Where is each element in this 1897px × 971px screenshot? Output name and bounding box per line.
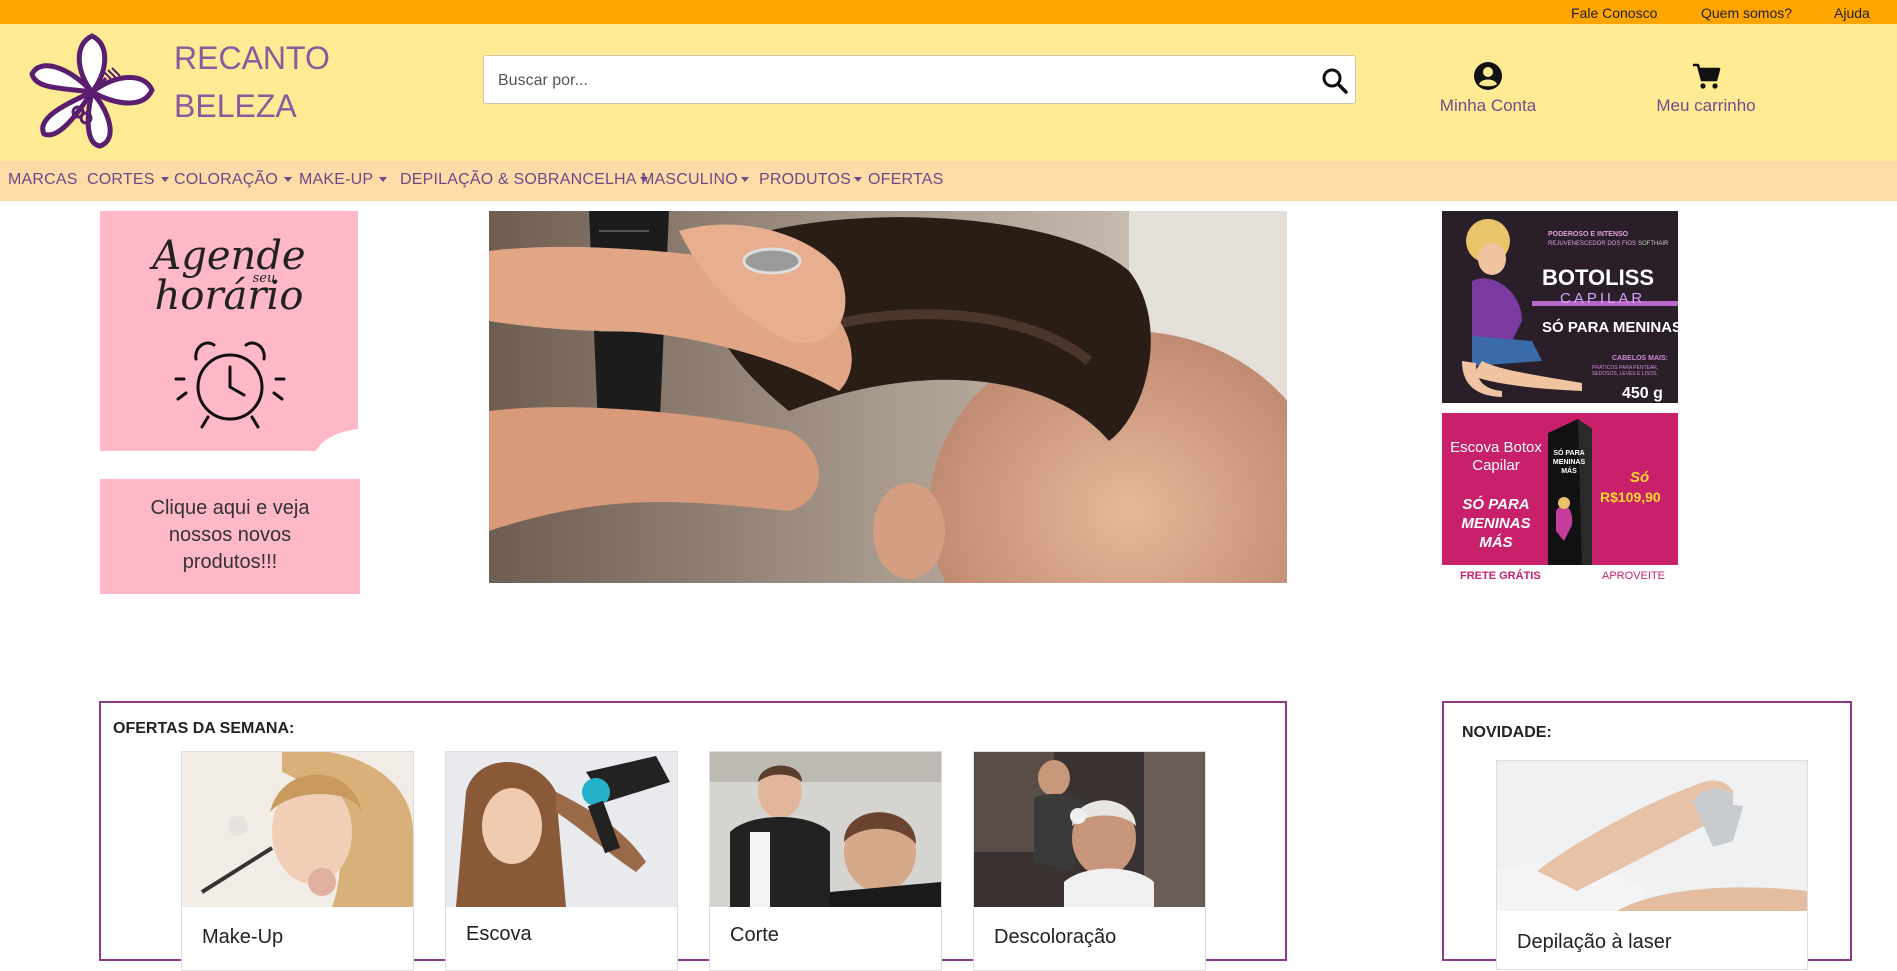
- brand-line-2: BELEZA: [174, 88, 297, 124]
- weekly-offers-section: OFERTAS DA SEMANA: Make-Up Escova Corte …: [99, 701, 1287, 971]
- news-card-label: Depilação à laser: [1517, 931, 1672, 953]
- offer-card-makeup[interactable]: Make-Up: [181, 751, 414, 971]
- agende-subtitle: horário: [154, 273, 304, 319]
- schedule-banner[interactable]: Agende seu horário: [100, 211, 358, 451]
- nav-label: OFERTAS: [868, 171, 944, 188]
- about-link[interactable]: Quem somos?: [1701, 5, 1792, 21]
- offer-card-corte[interactable]: Corte: [709, 751, 942, 971]
- aproveite: APROVEITE: [1602, 570, 1665, 582]
- shopping-cart-icon: [1693, 63, 1721, 89]
- news-title: NOVIDADE:: [1462, 724, 1552, 741]
- news-section: NOVIDADE: Depilação à laser: [1442, 701, 1852, 970]
- offer-card-label: Descoloração: [994, 926, 1117, 948]
- nav-item-makeup[interactable]: MAKE-UP: [299, 171, 388, 189]
- nav-item-marcas[interactable]: MARCAS: [8, 171, 78, 189]
- nav-item-produtos[interactable]: PRODUTOS: [759, 171, 862, 189]
- nav-label: PRODUTOS: [759, 171, 851, 188]
- caret-down-icon: [853, 177, 862, 183]
- botoliss-tag-2: REJUVENESCEDOR DOS FIOS: [1548, 241, 1637, 247]
- blowdry-photo: [446, 752, 677, 907]
- laser-hair-removal-photo: [1497, 761, 1807, 911]
- site-header: RECANTO BELEZA Minha Conta Meu carrinho: [0, 24, 1897, 161]
- botoliss-title: BOTOLISS: [1542, 265, 1655, 290]
- search-input[interactable]: [496, 68, 1300, 94]
- nav-label: MARCAS: [8, 171, 78, 188]
- nav-label: CORTES: [87, 171, 155, 188]
- makeup-photo: [182, 752, 413, 907]
- botoliss-slogan: SÓ PARA MENINAS MÁS: [1542, 319, 1678, 336]
- new-products-text: Clique aqui e veja nossos novos produtos…: [150, 497, 310, 573]
- escova-price: R$109,90: [1600, 489, 1661, 505]
- carousel-indicators: [820, 578, 928, 596]
- cart-link[interactable]: Meu carrinho: [1654, 60, 1758, 116]
- new-products-banner[interactable]: Clique aqui e veja nossos novos produtos…: [100, 479, 360, 594]
- escova-title-1: Escova Botox: [1450, 439, 1542, 456]
- caret-down-icon: [379, 177, 388, 183]
- nav-item-coloracao[interactable]: COLORAÇÃO: [174, 171, 293, 189]
- top-utility-bar: Fale Conosco Quem somos? Ajuda: [0, 0, 1897, 24]
- nav-item-masculino[interactable]: MASCULINO: [641, 171, 749, 189]
- caret-down-icon: [160, 177, 169, 183]
- nav-label: MAKE-UP: [299, 171, 374, 188]
- frete-gratis: FRETE GRÁTIS: [1460, 570, 1541, 582]
- carousel-indicator-3[interactable]: [892, 588, 922, 591]
- barber-haircut-photo: [489, 211, 1287, 583]
- offer-card-label: Escova: [466, 923, 532, 945]
- carousel-indicator-1[interactable]: [820, 588, 850, 591]
- botoliss-tag-1: PODEROSO E INTENSO: [1548, 231, 1629, 238]
- page-curl-decoration: [316, 429, 358, 451]
- box-slogan: SÓ PARA MENINAS MÁS: [1552, 450, 1586, 475]
- offer-card-descoloracao[interactable]: Descoloração: [973, 751, 1206, 971]
- main-nav: MARCAS CORTES COLORAÇÃO MAKE-UP DEPILAÇÃ…: [0, 161, 1897, 201]
- offer-card-escova[interactable]: Escova: [445, 751, 678, 971]
- nav-label: DEPILAÇÃO & SOBRANCELHA: [400, 171, 637, 188]
- botoliss-weight: 450 g: [1622, 385, 1663, 402]
- cart-label: Meu carrinho: [1656, 96, 1756, 115]
- caret-down-icon: [740, 177, 749, 183]
- escova-footer: FRETE GRÁTIS APROVEITE: [1442, 565, 1678, 589]
- brand-name[interactable]: RECANTO BELEZA: [174, 34, 330, 130]
- haircut-photo: [710, 752, 941, 907]
- contact-link[interactable]: Fale Conosco: [1571, 5, 1657, 21]
- account-label: Minha Conta: [1439, 96, 1537, 115]
- nav-label: MASCULINO: [641, 171, 738, 188]
- product-box: SÓ PARA MENINAS MÁS: [1542, 415, 1598, 575]
- news-card-depilacao[interactable]: Depilação à laser: [1496, 760, 1808, 970]
- botoliss-small-1: CABELOS MAIS:: [1612, 355, 1668, 362]
- nav-item-cortes[interactable]: CORTES: [87, 171, 169, 189]
- nav-label: COLORAÇÃO: [174, 171, 279, 188]
- account-circle-icon: [1474, 62, 1502, 90]
- botoliss-subtitle: CAPILAR: [1560, 290, 1646, 307]
- search-bar: [483, 55, 1356, 104]
- escova-title-2: Capilar: [1472, 457, 1520, 474]
- account-link[interactable]: Minha Conta: [1436, 60, 1540, 116]
- product-box-graphic: [1548, 419, 1592, 571]
- search-icon[interactable]: [1321, 67, 1349, 95]
- escova-so: Só: [1630, 469, 1650, 486]
- offer-card-label: Make-Up: [202, 926, 284, 948]
- nav-item-ofertas[interactable]: OFERTAS: [868, 171, 944, 189]
- escova-slogan-3: MÁS: [1479, 534, 1513, 551]
- botoliss-ad[interactable]: PODEROSO E INTENSO REJUVENESCEDOR DOS FI…: [1442, 211, 1678, 403]
- alarm-clock-icon: [174, 341, 286, 429]
- botoliss-brand: SOFTHAIR: [1638, 241, 1669, 247]
- nav-item-depilacao[interactable]: DEPILAÇÃO & SOBRANCELHA: [400, 171, 648, 189]
- escova-botox-ad[interactable]: Escova Botox Capilar SÓ PARA MENINAS MÁS…: [1442, 413, 1678, 589]
- weekly-offers-title: OFERTAS DA SEMANA:: [113, 720, 295, 737]
- hero-carousel-image[interactable]: [489, 211, 1287, 583]
- logo-flower-icon[interactable]: [26, 32, 158, 150]
- escova-slogan-2: MENINAS: [1461, 515, 1531, 532]
- brand-line-1: RECANTO: [174, 40, 330, 76]
- botoliss-small-2: PRÁTICOS PARA PENTEAR, SEDOSOS, LEVES E …: [1592, 365, 1659, 377]
- carousel-indicator-2[interactable]: [856, 588, 886, 591]
- bleaching-photo: [974, 752, 1205, 907]
- caret-down-icon: [284, 177, 293, 183]
- help-link[interactable]: Ajuda: [1834, 5, 1870, 21]
- offer-card-label: Corte: [730, 924, 779, 946]
- escova-slogan-1: SÓ PARA: [1462, 496, 1530, 513]
